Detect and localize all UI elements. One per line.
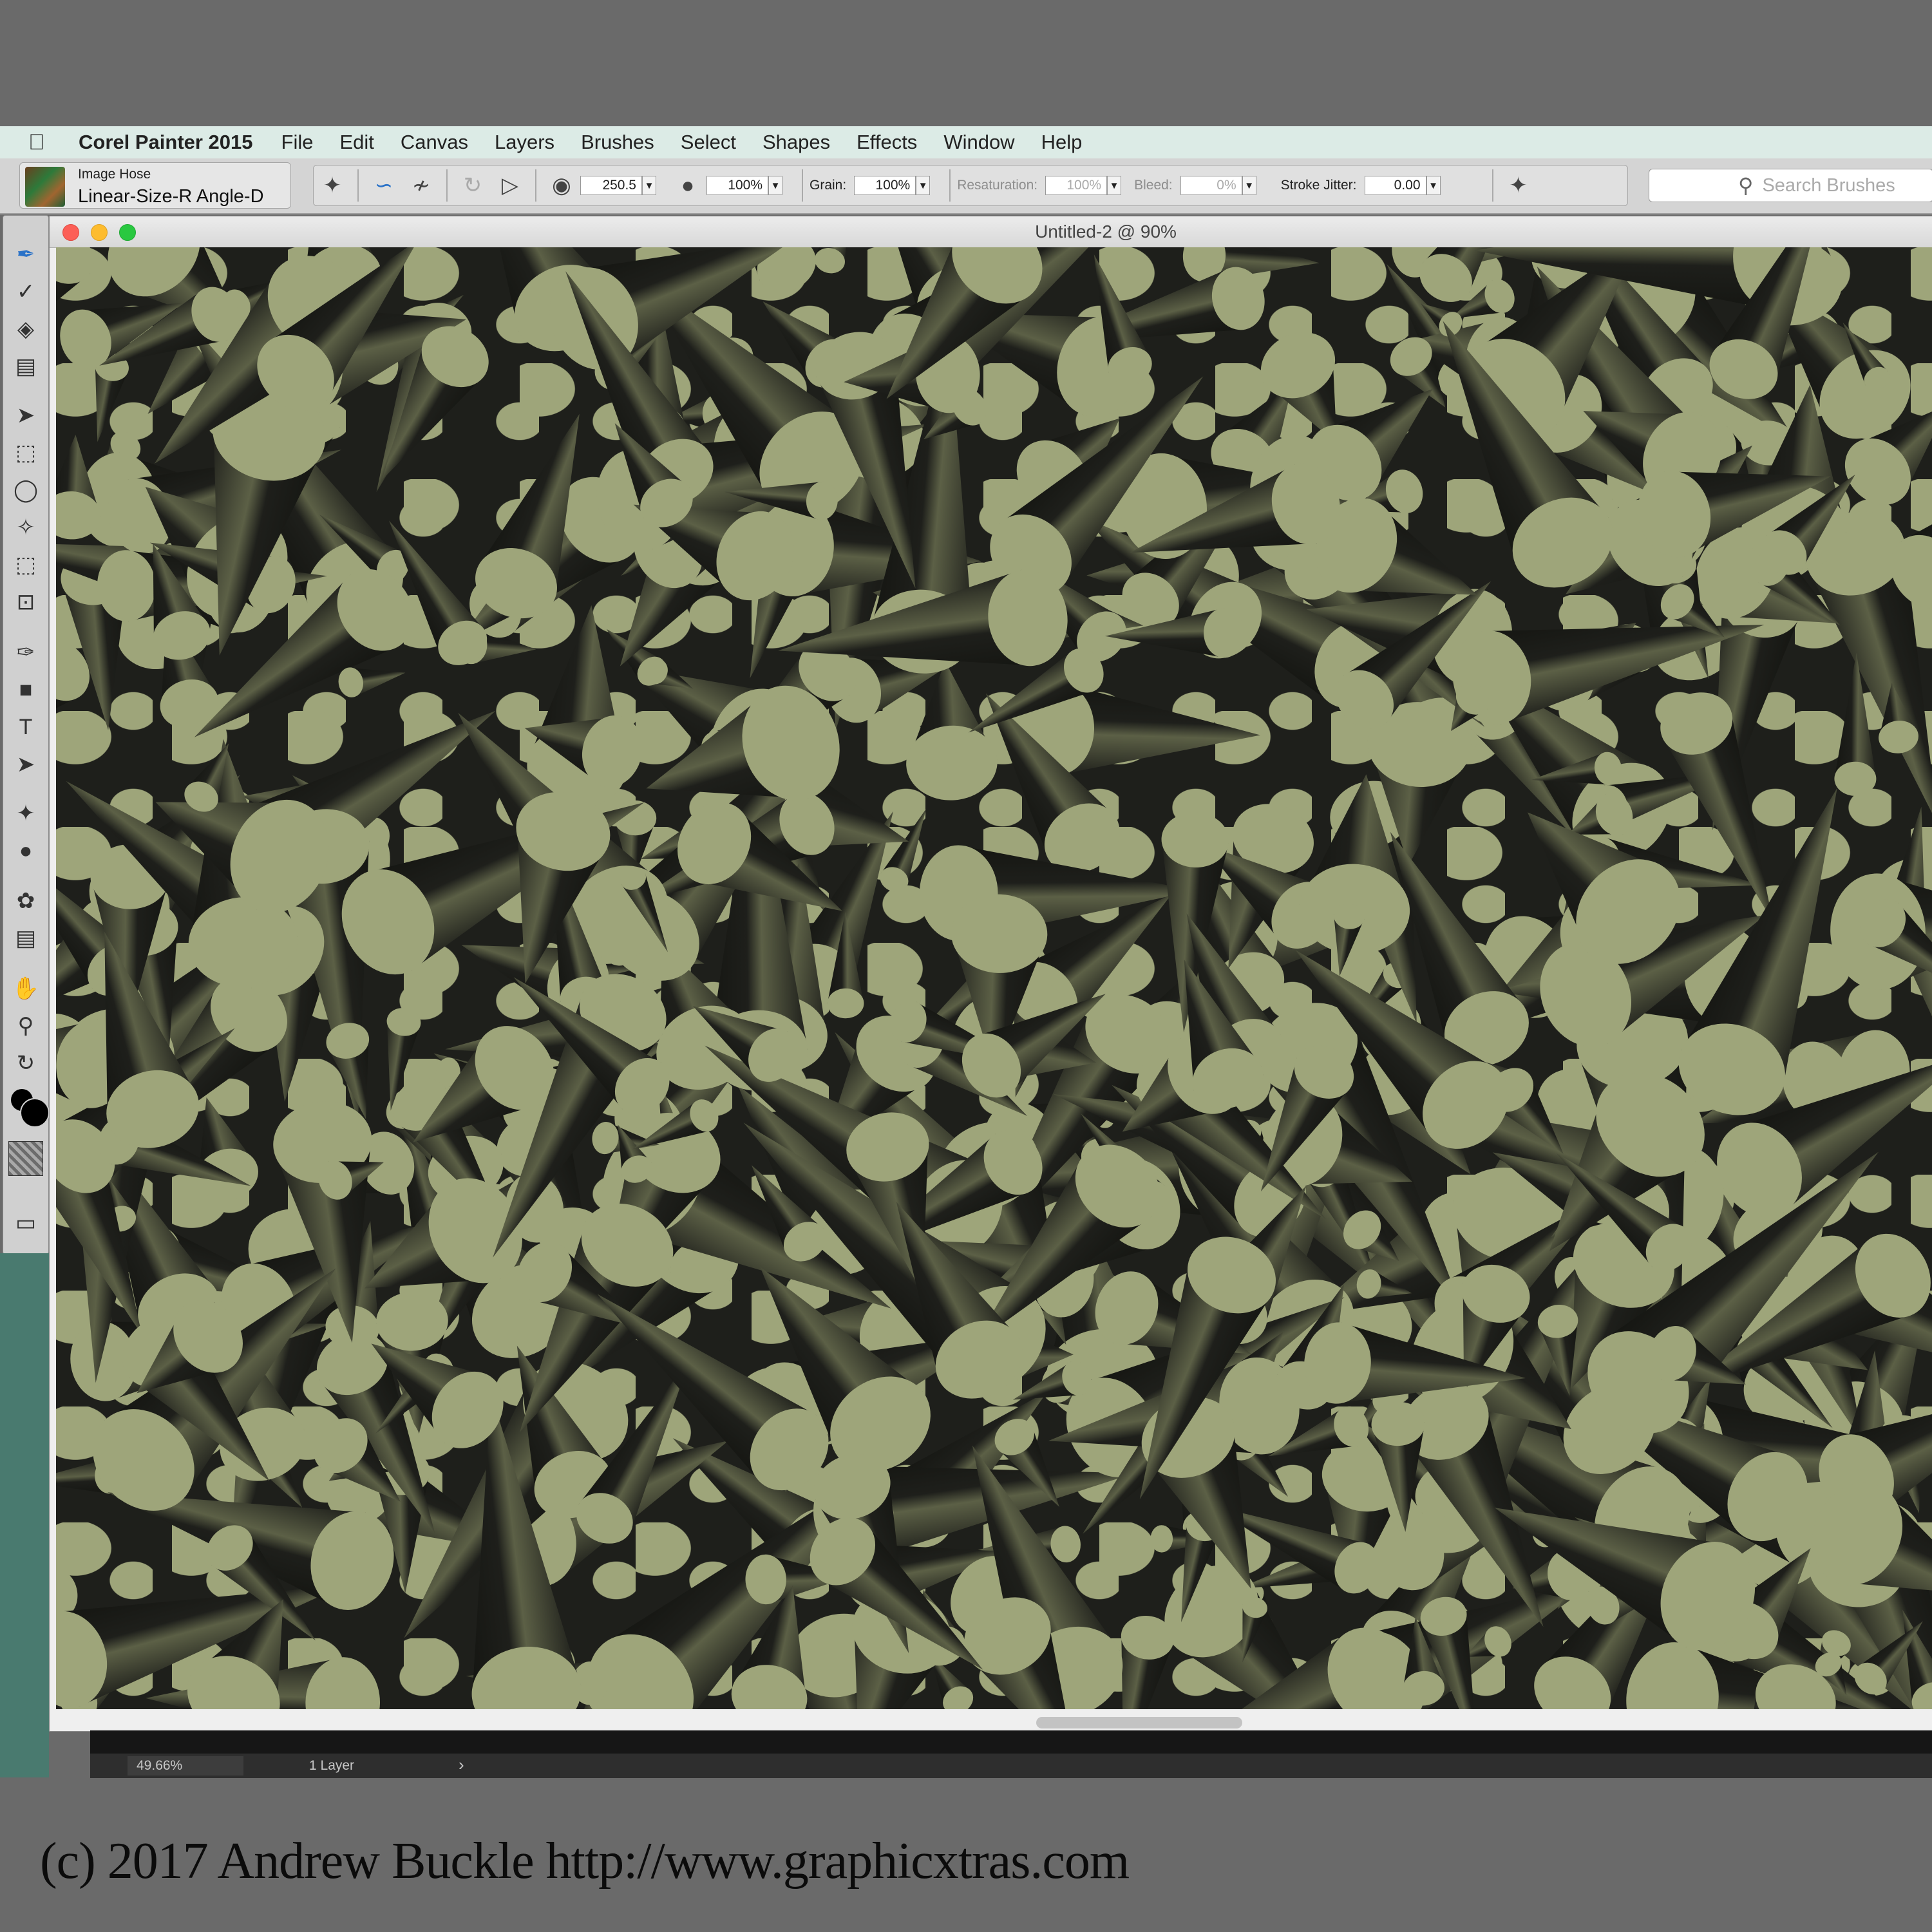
rectangle-shape-icon[interactable]: ■ xyxy=(3,674,48,705)
freehand-stroke-icon[interactable]: ∽ xyxy=(371,173,397,198)
mirror-icon[interactable]: ▷ xyxy=(497,173,523,198)
desktop-background xyxy=(0,1253,49,1777)
brush-selector[interactable]: Image Hose Linear-Size-R Angle-D xyxy=(19,162,291,209)
grain-field[interactable]: 100% xyxy=(854,176,916,195)
perspective-grid-icon[interactable]: ▤ xyxy=(3,923,48,954)
size-field[interactable]: 250.5 xyxy=(580,176,642,195)
stroke-jitter-field[interactable]: 0.00 xyxy=(1364,176,1426,195)
divider xyxy=(1492,169,1493,202)
layer-adjuster-icon[interactable]: ➤ xyxy=(3,400,48,431)
grain-dropdown-icon[interactable]: ▼ xyxy=(916,176,931,195)
divider xyxy=(446,169,448,202)
eraser-tool-icon[interactable]: ▤ xyxy=(3,351,48,382)
opacity-dropdown-icon[interactable]: ▼ xyxy=(768,176,782,195)
menu-window[interactable]: Window xyxy=(943,131,1014,154)
window-bottom-edge xyxy=(90,1730,1932,1753)
bleed-dropdown-icon[interactable]: ▼ xyxy=(1242,176,1256,195)
additional-color-swatch[interactable] xyxy=(20,1098,50,1128)
stroke-jitter-dropdown-icon[interactable]: ▼ xyxy=(1426,176,1441,195)
brush-tool-icon[interactable]: ✒ xyxy=(3,239,48,270)
brush-category-label: Image Hose xyxy=(78,167,151,182)
bleed-field[interactable]: 0% xyxy=(1180,176,1242,195)
stroke-attributes-icon[interactable]: ↻ xyxy=(460,173,486,198)
kaleidoscope-icon[interactable]: ✿ xyxy=(3,886,48,916)
grabber-hand-icon[interactable]: ✋ xyxy=(3,973,48,1004)
divider xyxy=(949,169,951,202)
copyright-caption: (c) 2017 Andrew Buckle http://www.graphi… xyxy=(40,1833,1130,1889)
divider xyxy=(535,169,536,202)
document-window: Untitled-2 @ 90% xyxy=(49,216,1932,1732)
document-title-bar[interactable]: Untitled-2 @ 90% xyxy=(50,216,1932,248)
search-icon: ⚲ xyxy=(1738,174,1754,197)
paper-selector-icon[interactable] xyxy=(3,1139,48,1178)
search-placeholder: Search Brushes xyxy=(1762,175,1895,196)
magnifier-icon[interactable]: ⚲ xyxy=(3,1010,48,1041)
document-title: Untitled-2 @ 90% xyxy=(1035,222,1177,242)
search-brushes-field[interactable]: ⚲ Search Brushes xyxy=(1649,169,1932,202)
rectangular-selection-icon[interactable]: ⬚ xyxy=(3,437,48,468)
grain-label: Grain: xyxy=(810,178,847,193)
menu-file[interactable]: File xyxy=(281,131,314,154)
paint-bucket-icon[interactable]: ◈ xyxy=(3,314,48,345)
toolbox: ✒ ✓ ◈ ▤ ➤ ⬚ ◯ ✧ ⬚ ⊡ ✑ ■ T ➤ ✦ ● ✿ ▤ ✋ ⚲ … xyxy=(3,215,50,1255)
brush-reset-icon[interactable]: ✦ xyxy=(319,173,345,198)
crop-tool-icon[interactable]: ⊡ xyxy=(3,587,48,618)
menu-select[interactable]: Select xyxy=(681,131,736,154)
divider xyxy=(802,169,803,202)
lasso-tool-icon[interactable]: ◯ xyxy=(3,475,48,506)
menu-effects[interactable]: Effects xyxy=(857,131,917,154)
screen-mode-icon[interactable]: ▭ xyxy=(3,1208,48,1238)
menu-help[interactable]: Help xyxy=(1041,131,1083,154)
straight-line-stroke-icon[interactable]: ≁ xyxy=(408,173,434,198)
zoom-level-field[interactable]: 49.66% xyxy=(128,1756,243,1776)
brush-controls: ✦ ∽ ≁ ↻ ▷ ◉ 250.5 ▼ ● 100% ▼ Grain: 100%… xyxy=(313,165,1628,206)
drawing-canvas[interactable] xyxy=(56,247,1932,1709)
layer-count-arrow-icon[interactable]: › xyxy=(459,1755,464,1775)
brush-variant-label: Linear-Size-R Angle-D xyxy=(78,186,264,207)
app-name-menu[interactable]: Corel Painter 2015 xyxy=(79,131,253,154)
apple-icon[interactable]:  xyxy=(28,130,67,155)
size-dropdown-icon[interactable]: ▼ xyxy=(642,176,656,195)
divider xyxy=(357,169,359,202)
size-icon: ◉ xyxy=(552,173,571,198)
dodge-burn-icon[interactable]: ● xyxy=(3,835,48,866)
stroke-jitter-label: Stroke Jitter: xyxy=(1280,178,1357,193)
horizontal-scrollbar[interactable] xyxy=(1036,1717,1242,1728)
resaturation-label: Resaturation: xyxy=(957,178,1038,193)
resaturation-field[interactable]: 100% xyxy=(1045,176,1108,195)
menu-bar:  Corel Painter 2015 File Edit Canvas La… xyxy=(0,126,1932,159)
layer-count: 1 Layer xyxy=(309,1758,355,1773)
pen-tool-icon[interactable]: ✑ xyxy=(3,637,48,668)
menu-brushes[interactable]: Brushes xyxy=(581,131,654,154)
bleed-label: Bleed: xyxy=(1134,178,1173,193)
text-tool-icon[interactable]: T xyxy=(3,712,48,743)
shape-selection-icon[interactable]: ➤ xyxy=(3,749,48,780)
dropper-tool-icon[interactable]: ✓ xyxy=(3,276,48,307)
magic-wand-icon[interactable]: ✧ xyxy=(3,512,48,543)
selection-adjuster-icon[interactable]: ⬚ xyxy=(3,549,48,580)
status-bar: 49.66% 1 Layer › xyxy=(90,1753,1932,1778)
cloner-tool-icon[interactable]: ✦ xyxy=(3,798,48,829)
opacity-icon: ● xyxy=(681,173,695,198)
image-hose-artwork xyxy=(56,247,1932,1709)
menu-shapes[interactable]: Shapes xyxy=(762,131,830,154)
rotate-page-icon[interactable]: ↻ xyxy=(3,1048,48,1079)
menu-canvas[interactable]: Canvas xyxy=(401,131,468,154)
menu-layers[interactable]: Layers xyxy=(495,131,554,154)
menu-edit[interactable]: Edit xyxy=(339,131,374,154)
brush-thumbnail[interactable] xyxy=(25,167,65,207)
resaturation-dropdown-icon[interactable]: ▼ xyxy=(1107,176,1122,195)
opacity-field[interactable]: 100% xyxy=(706,176,768,195)
dab-preview-icon[interactable]: ✦ xyxy=(1506,173,1531,198)
property-bar: Image Hose Linear-Size-R Angle-D ✦ ∽ ≁ ↻… xyxy=(0,158,1932,214)
